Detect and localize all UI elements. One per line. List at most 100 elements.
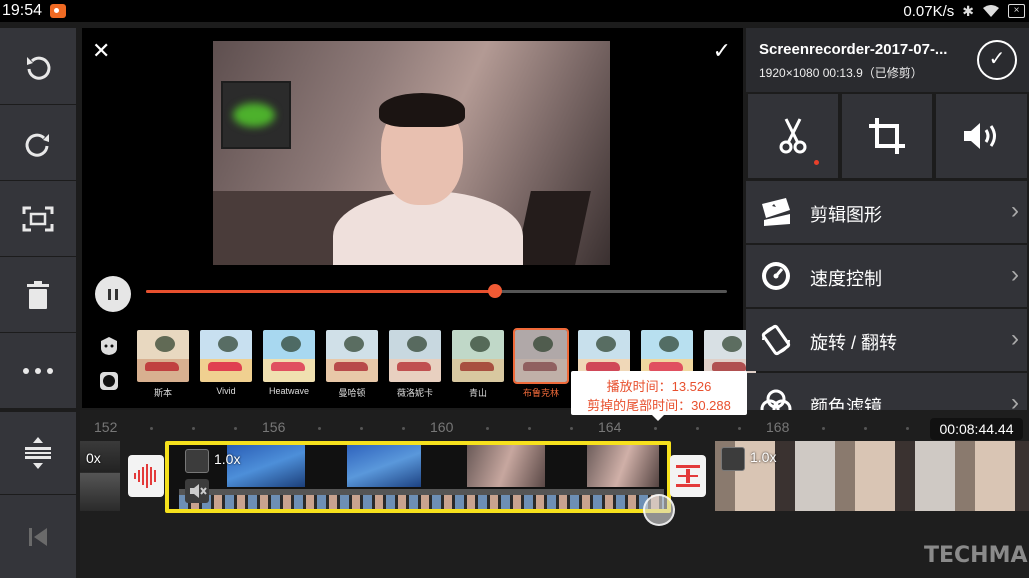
- thumb-car: [334, 362, 368, 371]
- clip-graphics-icon: [762, 198, 790, 226]
- transition-button[interactable]: [670, 455, 706, 497]
- more-button[interactable]: [0, 333, 76, 408]
- crop-tool-button[interactable]: [842, 94, 932, 178]
- filter-label: 曼哈顿: [338, 388, 366, 398]
- volume-icon: [963, 123, 996, 149]
- close-icon[interactable]: ✕: [92, 40, 110, 62]
- ruler-dot: [570, 427, 573, 430]
- mute-icon[interactable]: [185, 479, 209, 503]
- status-bar: 19:54 0.07K/s ✱ ×: [0, 0, 1029, 22]
- playhead-handle[interactable]: [643, 494, 675, 526]
- clip-thumbnail-strip: [179, 495, 664, 509]
- thumb-palm: [596, 336, 616, 352]
- filter-thumbnail[interactable]: [263, 330, 315, 382]
- thumb-car: [208, 362, 242, 371]
- thumb-palm: [533, 336, 553, 352]
- pause-icon-bar: [108, 288, 111, 300]
- thumb-car: [712, 362, 746, 371]
- menu-color-filter[interactable]: 颜色滤镜 ›: [746, 373, 1027, 410]
- ruler-dot: [864, 427, 867, 430]
- battery-icon: ×: [1008, 4, 1025, 18]
- menu-label: 速度控制: [810, 269, 882, 289]
- ruler-dot: [318, 427, 321, 430]
- timeline-clip[interactable]: 1.0x: [715, 441, 1029, 511]
- volume-tool-button[interactable]: [936, 94, 1027, 178]
- net-speed: 0.07K/s: [903, 2, 955, 20]
- screen-record-icon: [50, 4, 67, 18]
- selected-clip[interactable]: 1.0x: [165, 441, 671, 513]
- ruler-dot: [486, 427, 489, 430]
- filter-thumbnail[interactable]: [389, 330, 441, 382]
- filter-label: 薇洛妮卡: [396, 388, 433, 398]
- thumb-palm: [344, 336, 364, 352]
- chevron-right-icon: ›: [1011, 261, 1019, 288]
- fullscreen-icon: [22, 206, 54, 231]
- ruler-dot: [738, 427, 741, 430]
- ruler-dot: [906, 427, 909, 430]
- crop-icon: [869, 118, 905, 154]
- video-preview[interactable]: [213, 41, 610, 265]
- filter-label: 青山: [468, 388, 487, 398]
- clip-frame-person: [587, 445, 659, 487]
- chevron-right-icon: ›: [1011, 389, 1019, 411]
- playback-slider-handle[interactable]: [487, 284, 502, 298]
- ruler-tick-label: 160: [430, 419, 454, 435]
- ruler-dot: [360, 427, 363, 430]
- thumb-palm: [722, 336, 742, 352]
- preview-panel: ✕ ✓: [82, 28, 743, 320]
- transition-button[interactable]: [128, 455, 164, 497]
- speedometer-icon: [762, 262, 790, 290]
- clip-info: 1920×1080 00:13.9（已修剪）: [759, 66, 923, 80]
- ruler-dot: [402, 427, 405, 430]
- filter-thumbnail[interactable]: [200, 330, 252, 382]
- menu-clip-graphics[interactable]: 剪辑图形 ›: [746, 181, 1027, 243]
- timeline-clip[interactable]: 0x: [80, 441, 120, 511]
- thumb-palm: [470, 336, 490, 352]
- menu-speed-control[interactable]: 速度控制 ›: [746, 245, 1027, 307]
- fullscreen-button[interactable]: [0, 181, 76, 256]
- undo-button[interactable]: [0, 28, 76, 104]
- ruler-tick-label: 164: [598, 419, 622, 435]
- face-filter-icon[interactable]: [99, 336, 119, 356]
- delete-button[interactable]: [0, 257, 76, 332]
- thumb-palm: [659, 336, 679, 352]
- undo-icon: [27, 56, 51, 80]
- pause-button[interactable]: [95, 276, 131, 312]
- skip-start-icon: [29, 527, 47, 546]
- menu-rotate-flip[interactable]: 旋转 / 翻转 ›: [746, 309, 1027, 371]
- track-height-button[interactable]: [0, 412, 76, 494]
- ruler-tick-label: 152: [94, 419, 118, 435]
- menu-label: 剪辑图形: [810, 205, 882, 225]
- confirm-button[interactable]: ✓: [977, 40, 1017, 80]
- filter-thumbnail[interactable]: [137, 330, 189, 382]
- filter-label: Heatwave: [268, 386, 310, 396]
- transition-icon: [676, 465, 700, 487]
- filter-label: Vivid: [216, 386, 236, 396]
- filter-thumbnail[interactable]: [452, 330, 504, 382]
- menu-label: 颜色滤镜: [810, 397, 882, 410]
- clip-speed-label: 1.0x: [750, 449, 777, 465]
- status-right: 0.07K/s ✱ ×: [903, 0, 1025, 22]
- confirm-check-icon[interactable]: ✓: [713, 40, 731, 62]
- thumb-palm: [218, 336, 238, 352]
- color-filter-icon: [760, 389, 792, 410]
- tooltip-play-time: 播放时间：13.526: [606, 379, 712, 394]
- film-icon: [185, 449, 209, 473]
- trim-tool-button[interactable]: [748, 94, 838, 178]
- new-indicator-dot: [814, 160, 819, 165]
- ruler-dot: [192, 427, 195, 430]
- clip-frame-ocean: [347, 445, 421, 487]
- status-time: 19:54: [2, 2, 43, 19]
- playback-slider[interactable]: [146, 284, 727, 298]
- transition-icon: [134, 464, 156, 488]
- scissors-icon: [779, 118, 807, 154]
- redo-button[interactable]: [0, 105, 76, 180]
- vignette-icon[interactable]: [99, 371, 119, 391]
- timeline-timecode: 00:08:44.44: [930, 418, 1023, 440]
- wifi-icon: [983, 5, 999, 17]
- scene-lamp: [515, 191, 591, 265]
- jump-to-start-button[interactable]: [0, 495, 76, 578]
- tooltip-trim-time: 剪掉的尾部时间：30.288: [587, 398, 731, 413]
- filter-thumbnail[interactable]: [326, 330, 378, 382]
- filter-thumbnail[interactable]: [513, 328, 569, 384]
